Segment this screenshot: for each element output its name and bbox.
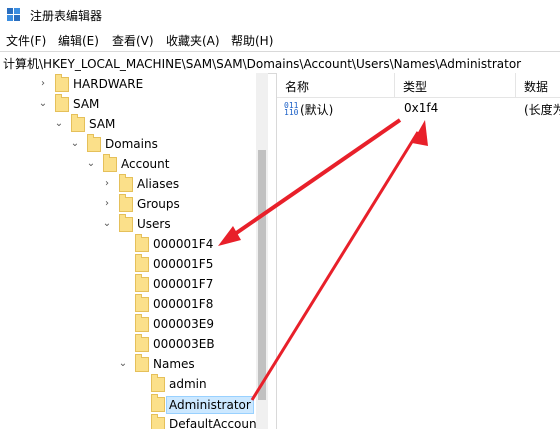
folder-icon [119, 194, 133, 212]
tree-node-000001f4[interactable]: 000001F4 [0, 234, 268, 254]
tree-node-sam[interactable]: ⌄ SAM [0, 94, 268, 114]
registry-editor-icon [7, 8, 20, 21]
chevron-down-icon[interactable]: ⌄ [54, 117, 64, 131]
tree-node-label[interactable]: 000001F5 [151, 256, 215, 272]
tree-node-label[interactable]: Account [119, 156, 171, 172]
folder-icon [55, 94, 69, 112]
tree-node-label[interactable]: 000003EB [151, 336, 217, 352]
tree-node-aliases[interactable]: › Aliases [0, 174, 268, 194]
column-divider[interactable] [394, 73, 395, 97]
value-name[interactable]: (默认) [300, 101, 333, 118]
folder-icon [135, 274, 149, 292]
tree-node-label[interactable]: SAM [87, 116, 117, 132]
arrowhead-icon [412, 120, 428, 146]
tree-node-label[interactable]: Administrator [166, 396, 254, 414]
folder-icon [135, 254, 149, 272]
window-title: 注册表编辑器 [30, 9, 103, 23]
registry-tree: › HARDWARE ⌄ SAM ⌄ SAM ⌄ Domains ⌄ Accou… [0, 73, 268, 429]
tree-node-users[interactable]: ⌄ Users [0, 214, 268, 234]
tree-node-000001f8[interactable]: 000001F8 [0, 294, 268, 314]
folder-icon [119, 174, 133, 192]
value-type[interactable]: 0x1f4 [404, 101, 438, 115]
tree-node-groups[interactable]: › Groups [0, 194, 268, 214]
chevron-down-icon[interactable]: ⌄ [38, 97, 48, 111]
tree-node-000003e9[interactable]: 000003E9 [0, 314, 268, 334]
tree-node-label[interactable]: DefaultAccount [167, 416, 263, 429]
chevron-right-icon[interactable]: › [102, 177, 112, 191]
chevron-down-icon[interactable]: ⌄ [118, 357, 128, 371]
menu-help[interactable]: 帮助(H) [231, 32, 273, 49]
tree-node-label[interactable]: Domains [103, 136, 160, 152]
chevron-down-icon[interactable]: ⌄ [86, 157, 96, 171]
column-data-header[interactable]: 数据 [524, 78, 548, 95]
menu-edit[interactable]: 编辑(E) [58, 32, 99, 49]
menu-file[interactable]: 文件(F) [6, 32, 46, 49]
tree-node-000003eb[interactable]: 000003EB [0, 334, 268, 354]
tree-node-defaultaccount[interactable]: DefaultAccount [0, 414, 268, 429]
column-name-header[interactable]: 名称 [285, 78, 309, 95]
folder-icon [135, 334, 149, 352]
address-bar[interactable]: 计算机\HKEY_LOCAL_MACHINE\SAM\SAM\Domains\A… [0, 51, 560, 74]
folder-icon [55, 74, 69, 92]
chevron-down-icon[interactable]: ⌄ [70, 137, 80, 151]
folder-icon [119, 214, 133, 232]
value-data[interactable]: (长度为 [524, 101, 560, 118]
tree-node-000001f7[interactable]: 000001F7 [0, 274, 268, 294]
chevron-down-icon[interactable]: ⌄ [102, 217, 112, 231]
chevron-right-icon[interactable]: › [102, 197, 112, 211]
menu-view[interactable]: 查看(V) [112, 32, 154, 49]
folder-icon [135, 294, 149, 312]
tree-node-label[interactable]: SAM [71, 96, 101, 112]
folder-icon [151, 374, 165, 392]
folder-icon [151, 414, 165, 429]
tree-node-admin[interactable]: admin [0, 374, 268, 394]
tree-node-label[interactable]: 000001F4 [151, 236, 215, 252]
tree-node-label[interactable]: 000003E9 [151, 316, 216, 332]
folder-icon [103, 154, 117, 172]
tree-node-sam-sam[interactable]: ⌄ SAM [0, 114, 268, 134]
folder-icon [87, 134, 101, 152]
folder-icon [135, 234, 149, 252]
binary-value-icon: 011 110 [284, 101, 299, 117]
tree-node-label[interactable]: Users [135, 216, 173, 232]
tree-node-label[interactable]: 000001F7 [151, 276, 215, 292]
folder-icon [135, 354, 149, 372]
chevron-right-icon[interactable]: › [38, 77, 48, 91]
value-row[interactable]: 011 110 (默认) 0x1f4 (长度为 [277, 99, 560, 119]
menu-favorites[interactable]: 收藏夹(A) [166, 32, 220, 49]
menu-bar: 文件(F) 编辑(E) 查看(V) 收藏夹(A) 帮助(H) [0, 30, 560, 50]
tree-node-label[interactable]: Names [151, 356, 197, 372]
folder-icon [135, 314, 149, 332]
tree-node-label[interactable]: Groups [135, 196, 182, 212]
address-path[interactable]: 计算机\HKEY_LOCAL_MACHINE\SAM\SAM\Domains\A… [3, 55, 521, 72]
tree-node-000001f5[interactable]: 000001F5 [0, 254, 268, 274]
title-bar: 注册表编辑器 [0, 0, 560, 30]
tree-node-label[interactable]: admin [167, 376, 209, 392]
value-list-header: 名称 类型 数据 [277, 73, 560, 98]
column-divider[interactable] [515, 73, 516, 97]
tree-node-hardware[interactable]: › HARDWARE [0, 74, 268, 94]
tree-node-label[interactable]: Aliases [135, 176, 181, 192]
tree-node-names[interactable]: ⌄ Names [0, 354, 268, 374]
folder-icon [151, 394, 165, 412]
pane-splitter[interactable] [276, 73, 277, 429]
column-type-header[interactable]: 类型 [403, 78, 427, 95]
tree-node-label[interactable]: 000001F8 [151, 296, 215, 312]
tree-node-label[interactable]: HARDWARE [71, 76, 145, 92]
tree-node-account[interactable]: ⌄ Account [0, 154, 268, 174]
tree-node-administrator[interactable]: Administrator [0, 394, 268, 414]
tree-scrollbar-thumb[interactable] [258, 150, 266, 400]
tree-node-domains[interactable]: ⌄ Domains [0, 134, 268, 154]
folder-icon [71, 114, 85, 132]
